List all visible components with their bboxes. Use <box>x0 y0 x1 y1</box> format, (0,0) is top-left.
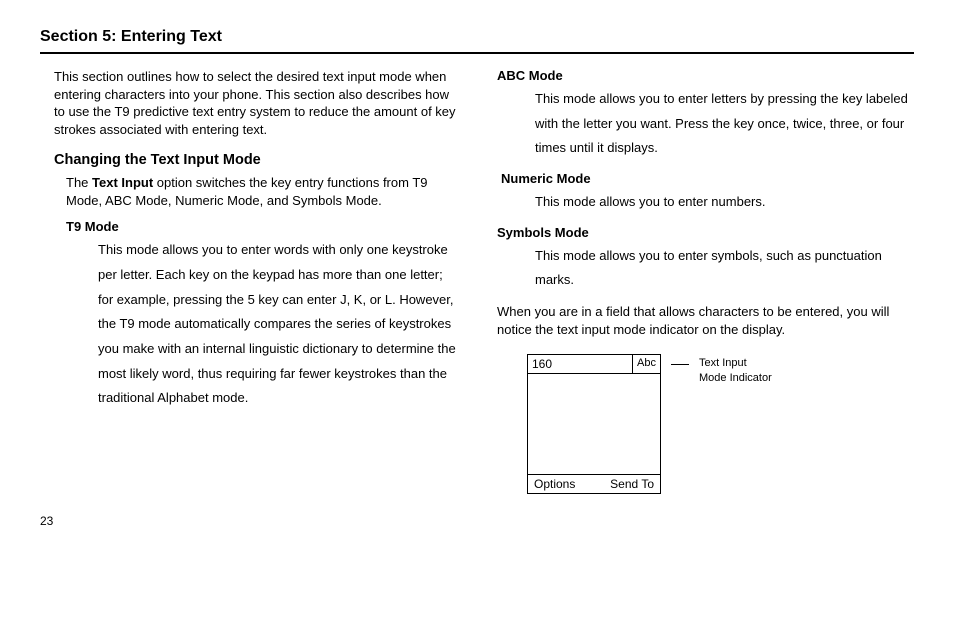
numeric-description: This mode allows you to enter numbers. <box>535 190 914 215</box>
changing-heading: Changing the Text Input Mode <box>54 152 457 168</box>
left-column: This section outlines how to select the … <box>40 68 457 494</box>
columns: This section outlines how to select the … <box>40 68 914 494</box>
changing-bold: Text Input <box>92 175 153 190</box>
section-title: Section 5: Entering Text <box>40 28 914 46</box>
abc-description: This mode allows you to enter letters by… <box>535 87 914 161</box>
callout-connector <box>671 364 689 365</box>
changing-paragraph: The Text Input option switches the key e… <box>66 174 457 209</box>
symbols-description: This mode allows you to enter symbols, s… <box>535 244 914 293</box>
phone-options-label: Options <box>534 477 575 491</box>
phone-mode-indicator: Abc <box>632 355 660 373</box>
numeric-heading: Numeric Mode <box>501 171 914 186</box>
t9-heading: T9 Mode <box>66 219 457 234</box>
abc-heading: ABC Mode <box>497 68 914 83</box>
callout-line2: Mode Indicator <box>699 372 772 384</box>
phone-body <box>528 374 660 474</box>
symbols-heading: Symbols Mode <box>497 225 914 240</box>
phone-char-count: 160 <box>528 355 632 373</box>
horizontal-rule <box>40 52 914 54</box>
phone-send-to-label: Send To <box>610 477 654 491</box>
phone-diagram: 160 Abc Options Send To Text Input Mode … <box>527 354 914 494</box>
closing-paragraph: When you are in a field that allows char… <box>497 303 914 338</box>
phone-top-bar: 160 Abc <box>528 355 660 374</box>
callout-text: Text Input Mode Indicator <box>699 356 772 385</box>
callout-line1: Text Input <box>699 357 747 369</box>
phone-box: 160 Abc Options Send To <box>527 354 661 494</box>
changing-pre: The <box>66 175 92 190</box>
phone-bottom-bar: Options Send To <box>528 474 660 493</box>
intro-paragraph: This section outlines how to select the … <box>40 68 457 138</box>
right-column: ABC Mode This mode allows you to enter l… <box>497 68 914 494</box>
page-number: 23 <box>40 514 914 528</box>
t9-description: This mode allows you to enter words with… <box>98 238 457 411</box>
